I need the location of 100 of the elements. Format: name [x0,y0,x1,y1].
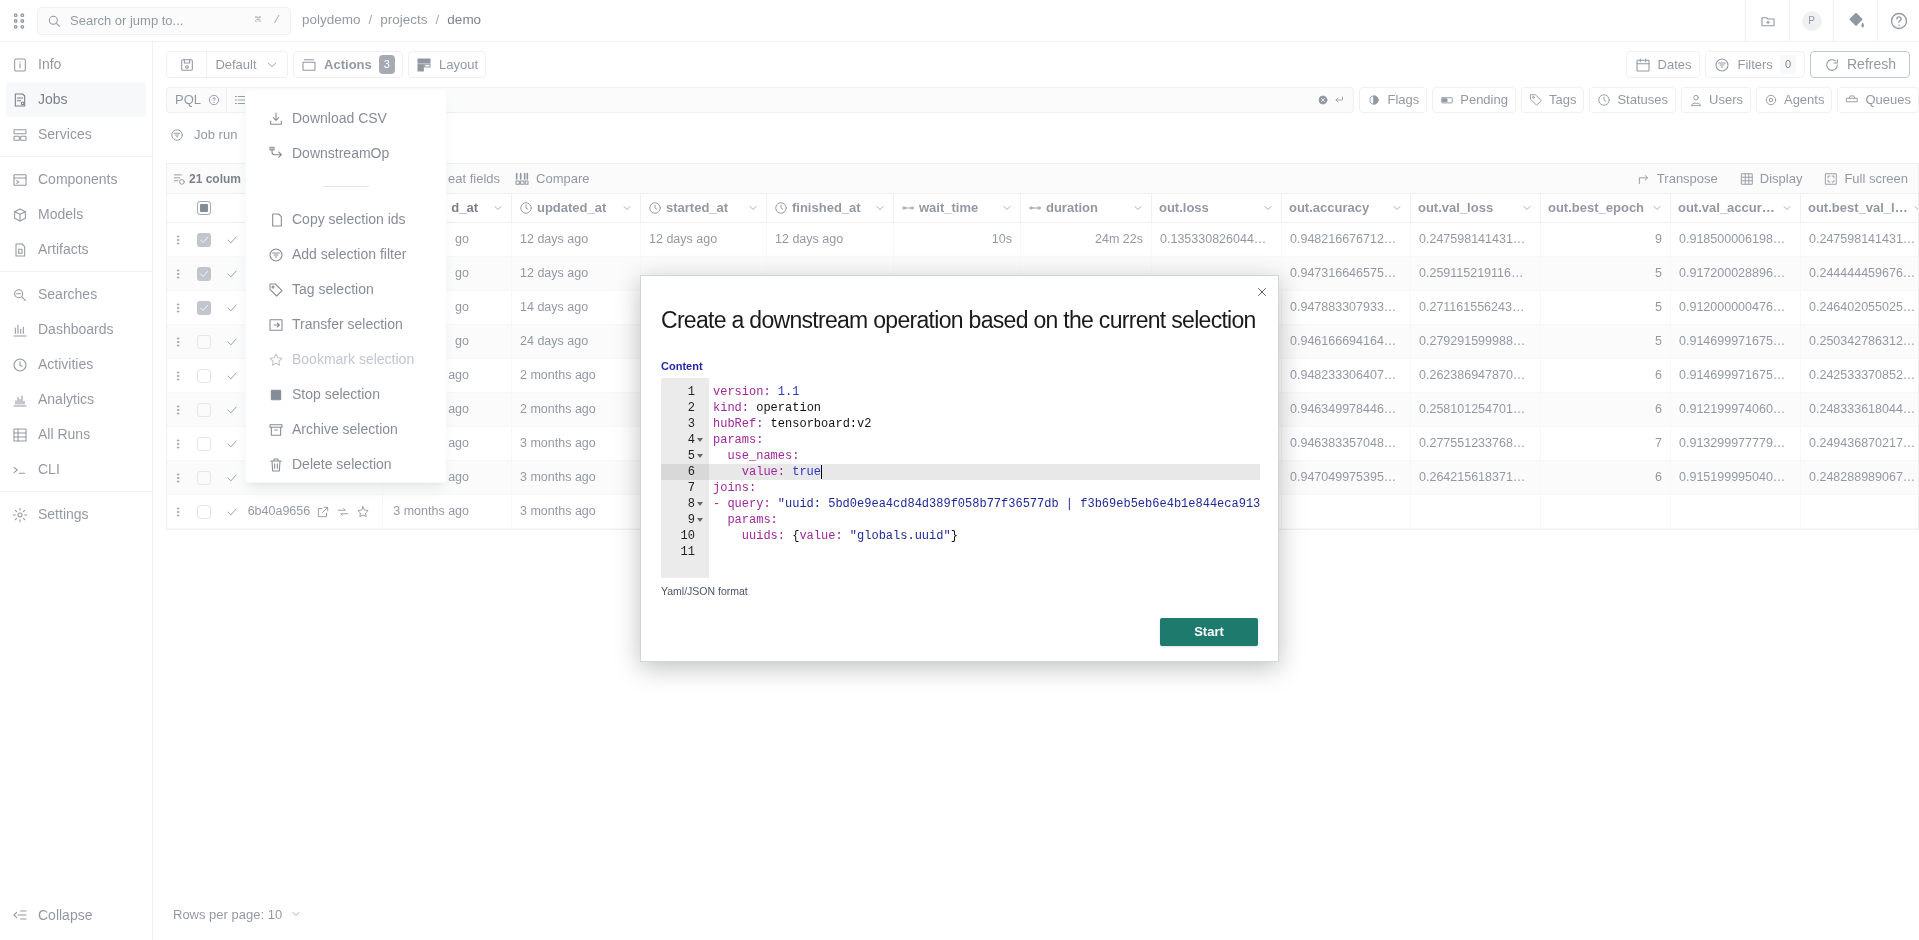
code-line: joins: [712,480,757,496]
table-cell-text: 5 [1655,299,1662,317]
sidebar-item[interactable]: Dashboards [6,312,146,347]
table-cell-text: 0.946383357048… [1290,435,1397,453]
menu-item[interactable]: Archive selection [246,412,446,447]
filter-button[interactable]: Tags [1520,87,1585,113]
sidebar-item[interactable]: Services [6,117,146,152]
columns-button[interactable]: 21 colum [189,169,242,188]
start-button[interactable]: Start [1160,617,1258,646]
settings-icon [12,506,28,523]
sidebar-item[interactable]: CLI [6,452,146,487]
columns-icon [514,170,531,187]
column-settings-icon [172,171,186,186]
sidebar-label: Services [38,125,92,144]
collapse-button[interactable]: Collapse [6,900,146,930]
menu-item[interactable]: Stop selection [246,377,446,412]
filter-button[interactable]: Queues [1837,87,1919,113]
user-avatar[interactable]: P [1801,10,1822,31]
menu-item[interactable]: Delete selection [246,447,446,482]
column-header[interactable]: updated_at [511,194,640,222]
table-cell-text: 0.247598141431… [1419,231,1526,249]
sidebar-item[interactable]: Settings [6,497,146,532]
refresh-button[interactable]: Refresh [1810,51,1910,78]
breadcrumb-separator: / [368,11,373,30]
run-uuid-link[interactable]: 6b40a9656 [247,502,311,521]
row-checkbox[interactable] [196,436,211,451]
column-header[interactable]: finished_at [766,194,893,222]
table-cell-text: 6 [1655,469,1662,487]
table-cell-text: 0.271161556243… [1419,299,1525,317]
column-header[interactable]: out.accuracy [1281,194,1410,222]
table-cell-text: 0.244444459676… [1809,265,1916,283]
row-checkbox[interactable] [196,266,211,281]
table-cell-text: 0.912199974060… [1679,401,1786,419]
row-checkbox[interactable] [196,232,211,247]
filter-button[interactable]: Agents [1755,87,1833,113]
menu-item[interactable]: DownstreamOp [246,136,446,171]
table-action-button[interactable]: Display [1739,168,1803,189]
menu-item[interactable]: Transfer selection [246,307,446,342]
menu-item[interactable]: Copy selection ids [246,202,446,237]
layout-button[interactable]: Layout [408,51,486,78]
file-icon [12,241,28,258]
sidebar-item[interactable]: Components [6,162,146,197]
table-cell-text: 0.258101254701… [1419,401,1526,419]
breadcrumb-link[interactable]: projects [380,10,428,31]
row-checkbox[interactable] [196,470,211,485]
sidebar-item[interactable]: Activities [6,347,146,382]
table-action-button[interactable]: Full screen [1824,168,1908,189]
filter-button[interactable]: Pending [1432,87,1516,113]
filters-button[interactable]: Filters 0 [1705,51,1805,78]
sidebar-label: CLI [38,460,60,479]
sidebar-item[interactable]: Searches [6,277,146,312]
sidebar-item[interactable]: Info [6,47,146,82]
column-header[interactable]: out.val_accur… [1670,194,1800,222]
code-line: kind: operation [712,400,822,416]
row-checkbox[interactable] [196,300,211,315]
filter-button[interactable]: Statuses [1589,87,1676,113]
heat-fields-button[interactable]: eat fields [448,168,501,189]
column-label: started_at [666,199,730,218]
sidebar-item[interactable]: Jobs [6,82,146,117]
clock-icon [774,201,788,215]
menu-item[interactable]: Add selection filter [246,237,446,272]
table-cell-text: 0.248333618044… [1809,401,1916,419]
sidebar-item[interactable]: All Runs [6,417,146,452]
format-hint: Yaml/JSON format [661,584,749,599]
column-header[interactable]: duration [1020,194,1151,222]
row-checkbox[interactable] [196,402,211,417]
code-line: params: [712,432,764,448]
query-field[interactable]: PQL [166,87,1355,113]
sidebar-item[interactable]: Models [6,197,146,232]
line-number: 10 [680,528,695,544]
column-header[interactable]: wait_time [893,194,1020,222]
table-cell-text: 0.246402055025… [1809,299,1916,317]
dates-button[interactable]: Dates [1625,51,1701,78]
actions-button[interactable]: Actions 3 [293,51,403,78]
breadcrumb-current: demo [447,11,482,30]
search-input[interactable]: Search or jump to... [70,10,245,31]
filter-button[interactable]: Users [1681,87,1751,113]
search-field[interactable]: Search or jump to... ⌘ / [37,6,291,35]
menu-item[interactable]: Tag selection [246,272,446,307]
row-checkbox[interactable] [196,334,211,349]
filter-button[interactable]: Flags [1359,87,1428,113]
table-cell-text: 0.259115219116… [1419,265,1524,283]
column-header[interactable]: out.val_loss [1410,194,1540,222]
filter-icon [268,246,284,263]
sidebar-item[interactable]: Artifacts [6,232,146,267]
sidebar-item[interactable]: Analytics [6,382,146,417]
half-circle-icon [1367,93,1382,107]
table-action-button[interactable]: Transpose [1636,168,1718,189]
column-header[interactable]: out.best_val_l… [1800,194,1918,222]
compare-button[interactable]: Compare [536,168,590,189]
line-number: 6 [687,464,695,480]
rows-per-page[interactable]: Rows per page: 10 [173,904,283,924]
select-all-checkbox[interactable] [196,201,211,215]
row-checkbox[interactable] [196,368,211,383]
table-cell-text: 0.279291599988… [1419,333,1526,351]
column-header[interactable]: started_at [640,194,766,222]
column-header[interactable]: out.loss [1151,194,1281,222]
row-checkbox[interactable] [196,504,211,519]
column-header[interactable]: out.best_epoch [1540,194,1670,222]
breadcrumb-link[interactable]: polydemo [302,10,361,31]
